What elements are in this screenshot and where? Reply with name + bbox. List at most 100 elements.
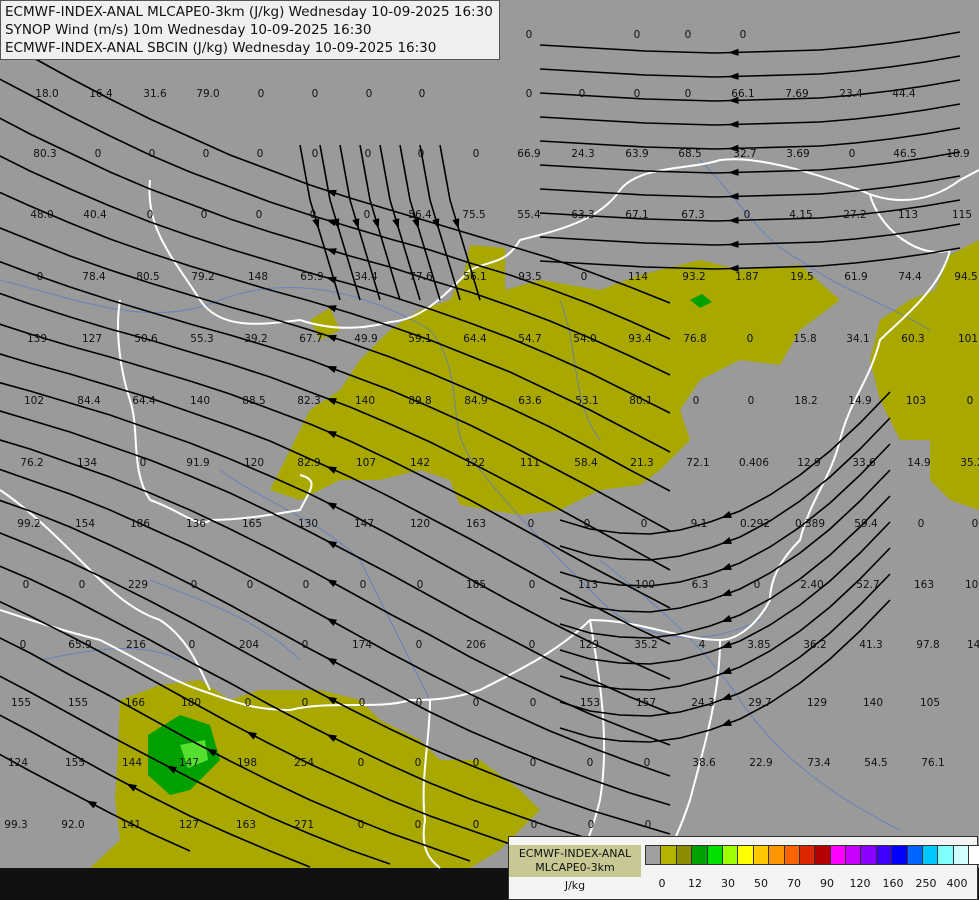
- sbcin-value-label: 0: [20, 639, 27, 651]
- sbcin-value-label: 74.4: [898, 271, 922, 283]
- sbcin-value-label: 0: [359, 697, 366, 709]
- sbcin-value-label: 254: [294, 757, 314, 769]
- sbcin-value-label: 40.4: [83, 209, 107, 221]
- legend-swatch: [691, 845, 708, 865]
- sbcin-value-label: 113: [898, 209, 918, 221]
- sbcin-value-label: 0: [312, 88, 319, 100]
- legend-swatch: [675, 845, 693, 865]
- sbcin-value-label: 58.4: [574, 457, 598, 469]
- sbcin-value-label: 6.3: [692, 579, 709, 591]
- sbcin-value-label: 67.7: [299, 333, 322, 345]
- legend-swatch: [906, 845, 924, 865]
- sbcin-value-label: 89.8: [408, 395, 431, 407]
- legend-swatch: [768, 845, 785, 865]
- sbcin-value-label: 63.3: [571, 209, 594, 221]
- sbcin-value-label: 0: [685, 29, 692, 41]
- sbcin-value-label: 72.1: [686, 457, 709, 469]
- sbcin-value-label: 155: [68, 697, 88, 709]
- legend-swatch: [952, 845, 970, 865]
- sbcin-value-label: 93.4: [628, 333, 652, 345]
- sbcin-value-label: 12.9: [797, 457, 820, 469]
- sbcin-value-label: 130: [298, 518, 318, 530]
- sbcin-value-label: 0: [303, 579, 310, 591]
- sbcin-value-label: 0: [634, 29, 641, 41]
- sbcin-value-label: 91.9: [186, 457, 209, 469]
- sbcin-value-label: 144: [122, 757, 142, 769]
- sbcin-value-label: 0: [416, 639, 423, 651]
- sbcin-value-label: 65.9: [300, 271, 323, 283]
- sbcin-value-label: 4.15: [789, 209, 812, 221]
- sbcin-value-label: 0: [747, 333, 754, 345]
- sbcin-value-label: 0: [530, 757, 537, 769]
- sbcin-value-label: 0: [203, 148, 210, 160]
- sbcin-value-label: 0: [358, 757, 365, 769]
- sbcin-value-label: 66.1: [731, 88, 754, 100]
- sbcin-value-label: 38.6: [692, 757, 716, 769]
- sbcin-value-label: 80.3: [33, 148, 56, 160]
- legend-swatches: [645, 845, 979, 865]
- sbcin-value-label: 0: [201, 209, 208, 221]
- legend-tick-label: 12: [688, 877, 702, 890]
- sbcin-value-label: 0: [744, 209, 751, 221]
- sbcin-value-label: 56.4: [408, 209, 432, 221]
- sbcin-value-label: 23.4: [839, 88, 863, 100]
- sbcin-value-label: 59.1: [408, 333, 431, 345]
- sbcin-value-label: 49.9: [354, 333, 377, 345]
- sbcin-value-label: 120: [244, 457, 264, 469]
- sbcin-value-label: 103: [906, 395, 926, 407]
- sbcin-value-label: 84.9: [464, 395, 487, 407]
- sbcin-value-label: 163: [466, 518, 486, 530]
- sbcin-value-label: 0: [740, 29, 747, 41]
- sbcin-value-label: 153: [580, 697, 600, 709]
- sbcin-value-label: 0: [645, 819, 652, 831]
- sbcin-value-label: 0: [415, 819, 422, 831]
- sbcin-value-label: 31.6: [143, 88, 167, 100]
- sbcin-value-label: 50.6: [134, 333, 158, 345]
- sbcin-value-label: 19.5: [790, 271, 813, 283]
- sbcin-value-label: 24.3: [571, 148, 594, 160]
- sbcin-value-label: 206: [466, 639, 486, 651]
- sbcin-value-label: 59.4: [854, 518, 878, 530]
- legend-title-line2: MLCAPE0-3km: [535, 861, 615, 874]
- sbcin-value-label: 3.69: [786, 148, 809, 160]
- sbcin-value-label: 24.3: [691, 697, 714, 709]
- sbcin-value-label: 14.9: [907, 457, 930, 469]
- sbcin-value-label: 0: [147, 209, 154, 221]
- sbcin-value-label: 22.9: [749, 757, 772, 769]
- sbcin-value-label: 0: [530, 697, 537, 709]
- legend-swatch: [752, 845, 770, 865]
- sbcin-value-label: 54.7: [518, 333, 541, 345]
- sbcin-value-label: 55.3: [190, 333, 213, 345]
- sbcin-value-label: 27.2: [843, 209, 866, 221]
- sbcin-value-label: 216: [126, 639, 146, 651]
- sbcin-value-label: 55.4: [517, 209, 541, 221]
- sbcin-value-label: 0: [191, 579, 198, 591]
- legend-swatch: [860, 845, 877, 865]
- legend-tick-label: 30: [721, 877, 735, 890]
- sbcin-value-label: 82.9: [297, 457, 320, 469]
- sbcin-value-label: 127: [179, 819, 199, 831]
- sbcin-value-label: 186: [130, 518, 150, 530]
- legend-swatch: [737, 845, 754, 865]
- sbcin-value-label: 163: [914, 579, 934, 591]
- sbcin-value-label: 33.6: [852, 457, 876, 469]
- sbcin-value-label: 0: [526, 88, 533, 100]
- sbcin-value-label: 157: [636, 697, 656, 709]
- sbcin-value-label: 77.6: [409, 271, 433, 283]
- sbcin-value-label: 66.9: [517, 148, 540, 160]
- sbcin-value-label: 0: [245, 697, 252, 709]
- sbcin-value-label: 100: [635, 579, 655, 591]
- sbcin-value-label: 139: [27, 333, 47, 345]
- sbcin-value-label: 9.1: [691, 518, 708, 530]
- sbcin-value-label: 18.0: [35, 88, 58, 100]
- sbcin-value-label: 0: [140, 457, 147, 469]
- sbcin-value-label: 107: [356, 457, 376, 469]
- sbcin-value-label: 0: [366, 88, 373, 100]
- sbcin-value-label: 174: [352, 639, 372, 651]
- sbcin-value-label: 44.4: [892, 88, 916, 100]
- sbcin-value-label: 67.3: [681, 209, 704, 221]
- sbcin-value-label: 122: [465, 457, 485, 469]
- sbcin-value-label: 0: [754, 579, 761, 591]
- sbcin-value-label: 0: [189, 639, 196, 651]
- sbcin-value-label: 79.2: [191, 271, 214, 283]
